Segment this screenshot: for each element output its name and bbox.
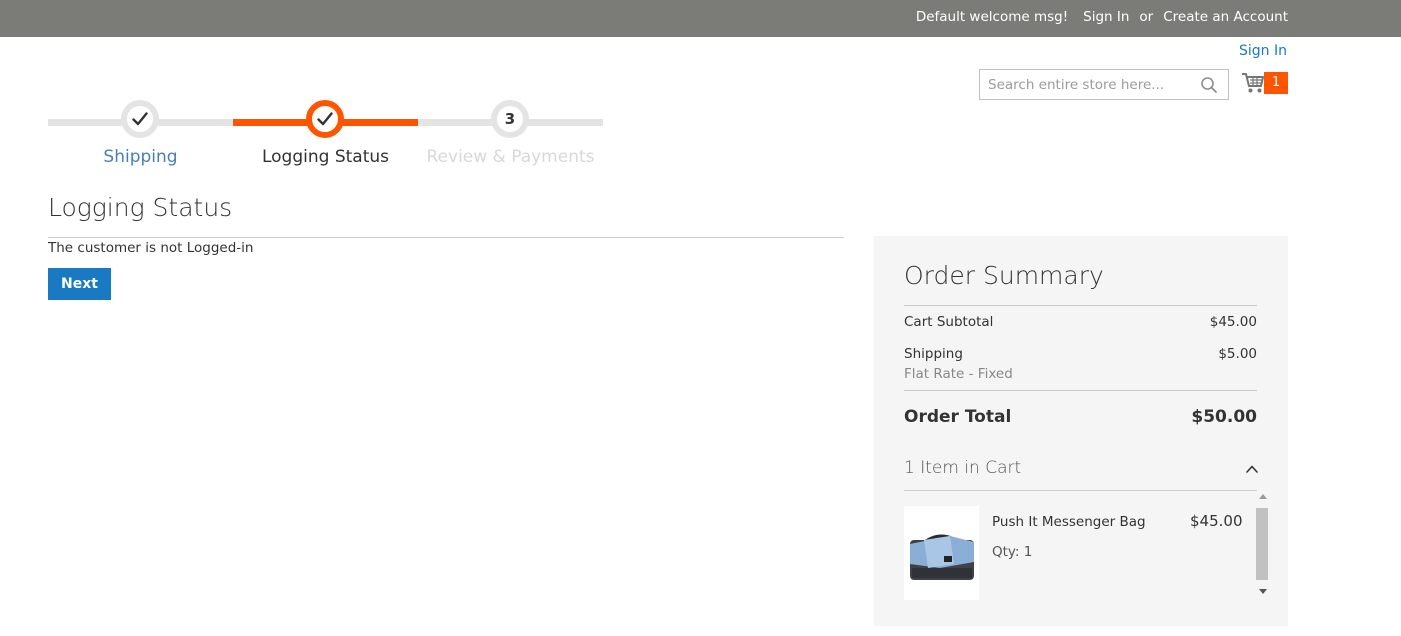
checkmark-icon [132,112,148,126]
chevron-up-icon[interactable] [1245,462,1259,476]
login-status-message: The customer is not Logged-in [48,240,254,256]
step-logging-status-label: Logging Status [261,147,390,167]
step-number: 3 [504,110,516,128]
shipping-method: Flat Rate - Fixed [904,366,1013,382]
scroll-down-arrow-icon[interactable] [1259,589,1267,594]
create-account-link[interactable]: Create an Account [1163,9,1288,25]
next-button[interactable]: Next [48,268,111,300]
scrollbar-thumb[interactable] [1256,508,1268,580]
search-input[interactable] [980,70,1190,99]
shipping-label: Shipping [904,346,963,362]
step-review-circle: 3 [491,100,529,138]
checkout-progress-bar: 3 Shipping Logging Status Review & Payme… [48,100,604,170]
product-image[interactable] [904,506,979,600]
or-separator: or [1139,9,1154,25]
summary-divider [904,305,1257,306]
scroll-up-arrow-icon[interactable] [1259,494,1267,499]
order-total-value: $50.00 [1191,407,1257,427]
product-qty: Qty: 1 [992,544,1033,560]
cart-count-badge[interactable]: 1 [1264,72,1288,94]
top-panel: Default welcome msg! Sign In or Create a… [0,0,1401,37]
order-summary: Order Summary Cart Subtotal $45.00 Shipp… [874,236,1288,626]
search-icon[interactable] [1200,76,1218,94]
order-summary-title: Order Summary [904,261,1104,290]
step-logging-status-circle [306,100,344,138]
product-name: Push It Messenger Bag [992,514,1146,530]
welcome-message: Default welcome msg! [915,9,1069,25]
top-sign-in-link[interactable]: Sign In [1083,9,1129,25]
summary-divider [904,390,1257,391]
step-shipping-label[interactable]: Shipping [48,147,233,167]
step-title: Logging Status [48,193,233,222]
checkmark-icon [317,112,333,126]
product-price: $45.00 [1190,512,1243,530]
order-total-label: Order Total [904,407,1012,427]
step-shipping-circle[interactable] [121,100,159,138]
shipping-value: $5.00 [1218,346,1257,362]
cart-item-list: Push It Messenger Bag $45.00 Qty: 1 [904,492,1257,602]
top-links: Default welcome msg! Sign In or Create a… [916,9,1288,25]
cart-subtotal-label: Cart Subtotal [904,314,994,330]
cart-subtotal-value: $45.00 [1209,314,1257,330]
header-sign-in-link[interactable]: Sign In [1239,43,1287,59]
items-in-cart-toggle[interactable]: 1 Item in Cart [904,458,1021,478]
item-list-scrollbar[interactable] [1256,492,1270,602]
search-box [979,69,1229,100]
title-divider [48,237,844,238]
cart-icon[interactable] [1241,71,1265,95]
step-review-label: Review & Payments [426,147,595,167]
messenger-bag-icon [910,534,974,580]
summary-divider [904,490,1257,491]
